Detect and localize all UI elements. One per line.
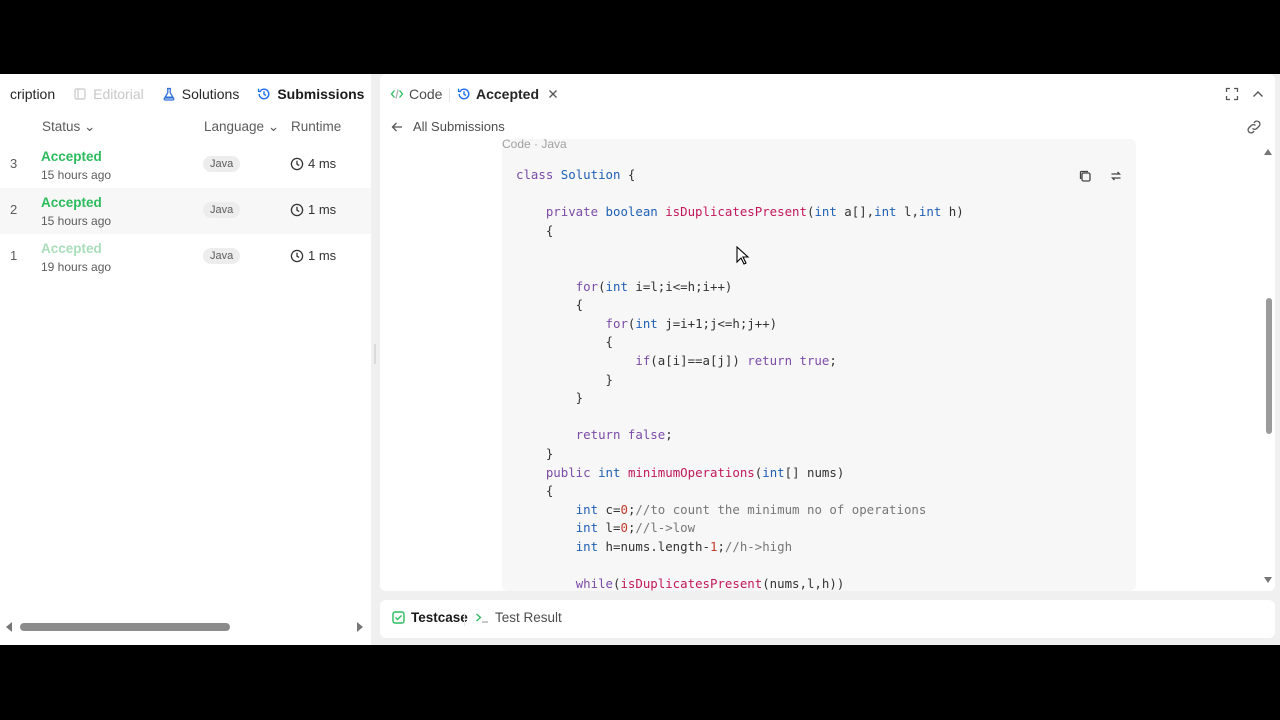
code-panel: Code Accepted All Submissions Code · Jav…: [380, 74, 1275, 591]
code-tabs: Code Accepted: [380, 74, 1275, 114]
tab-code[interactable]: Code: [390, 86, 442, 102]
code-icon: [390, 89, 404, 99]
clock-icon: [290, 157, 304, 170]
back-to-submissions[interactable]: All Submissions: [390, 119, 505, 134]
scroll-left-arrow-icon[interactable]: [4, 621, 14, 633]
tab-divider: [449, 88, 450, 102]
runtime-value: 1 ms: [290, 202, 336, 217]
tab-test-result-label: Test Result: [495, 610, 562, 625]
code-viewer[interactable]: Code · Java class Solution { private boo…: [502, 139, 1136, 591]
scroll-up-arrow-icon[interactable]: [1263, 148, 1273, 156]
tab-description-label: cription: [10, 86, 56, 102]
terminal-icon: [476, 613, 488, 623]
vertical-scrollbar-thumb[interactable]: [1266, 298, 1272, 434]
status-accepted-link[interactable]: Accepted: [41, 195, 102, 210]
table-row[interactable]: 1 Accepted 19 hours ago Java 1 ms: [0, 234, 371, 280]
console-panel: Testcase Test Result: [380, 600, 1275, 638]
problem-tabs: cription Editorial Solutions Submissions: [0, 74, 371, 114]
language-badge: Java: [203, 202, 241, 218]
table-row[interactable]: 3 Accepted 15 hours ago Java 4 ms: [0, 142, 371, 188]
runtime-value: 4 ms: [290, 156, 336, 171]
tab-testcase-label: Testcase: [411, 610, 468, 625]
submission-time: 15 hours ago: [41, 214, 112, 228]
arrow-left-icon: [391, 122, 402, 131]
status-header-label: Status: [42, 119, 81, 134]
submission-time: 15 hours ago: [41, 168, 112, 182]
status-accepted-link[interactable]: Accepted: [41, 149, 102, 164]
scroll-down-arrow-icon[interactable]: [1263, 576, 1273, 584]
clock-icon: [290, 203, 304, 216]
tab-editorial-label: Editorial: [93, 86, 144, 102]
mouse-pointer-icon: [736, 246, 750, 265]
status-column-header[interactable]: Status ⌄: [42, 119, 95, 135]
row-number: 1: [10, 248, 18, 263]
tab-solutions-label: Solutions: [181, 86, 240, 102]
runtime-text: 1 ms: [308, 248, 337, 263]
horizontal-scrollbar-thumb[interactable]: [20, 623, 230, 631]
link-icon[interactable]: [1245, 119, 1263, 135]
submissions-panel: cription Editorial Solutions Submissions…: [0, 74, 371, 645]
runtime-text: 4 ms: [308, 156, 337, 171]
code-header: Code · Java: [502, 139, 567, 151]
book-icon: [74, 88, 86, 100]
history-icon: [457, 88, 470, 100]
flask-icon: [163, 87, 175, 101]
copy-icon[interactable]: [1078, 169, 1092, 183]
runtime-text: 1 ms: [308, 202, 337, 217]
collapse-icon[interactable]: [1251, 87, 1265, 101]
tab-description[interactable]: cription: [0, 86, 64, 102]
language-column-header[interactable]: Language ⌄: [204, 119, 279, 135]
tab-solutions[interactable]: Solutions: [153, 86, 249, 102]
language-badge: Java: [203, 156, 241, 172]
row-number: 2: [10, 202, 18, 217]
maximize-icon[interactable]: [1225, 87, 1239, 101]
tab-editorial[interactable]: Editorial: [64, 86, 153, 102]
language-badge: Java: [203, 248, 241, 264]
clock-icon: [290, 249, 304, 262]
tab-code-label: Code: [409, 86, 443, 102]
app-window: cription Editorial Solutions Submissions…: [0, 74, 1280, 645]
tab-divider: [464, 612, 465, 626]
tab-accepted-label: Accepted: [476, 86, 540, 102]
submissions-header: Status ⌄ Language ⌄ Runtime: [0, 116, 371, 138]
runtime-value: 1 ms: [290, 248, 336, 263]
tab-submissions-label: Submissions: [277, 86, 365, 102]
close-icon[interactable]: [547, 88, 559, 100]
scroll-right-arrow-icon[interactable]: [355, 621, 365, 633]
back-label: All Submissions: [413, 119, 505, 134]
tab-test-result[interactable]: Test Result: [475, 610, 562, 625]
table-row[interactable]: 2 Accepted 15 hours ago Java 1 ms: [0, 188, 371, 234]
row-number: 3: [10, 156, 18, 171]
tab-testcase[interactable]: Testcase: [392, 610, 468, 625]
tab-submissions[interactable]: Submissions: [248, 86, 371, 102]
submission-time: 19 hours ago: [41, 260, 112, 274]
code-block: class Solution { private boolean isDupli…: [516, 167, 964, 591]
chevron-down-icon: ⌄: [84, 119, 96, 134]
panel-resize-handle[interactable]: [374, 344, 376, 364]
runtime-column-header: Runtime: [291, 119, 342, 134]
status-accepted-link[interactable]: Accepted: [41, 241, 102, 256]
language-header-label: Language: [204, 119, 265, 134]
swap-icon[interactable]: [1109, 169, 1123, 183]
checkbox-icon: [392, 611, 405, 624]
chevron-down-icon: ⌄: [267, 119, 280, 134]
history-icon: [258, 88, 270, 100]
tab-accepted[interactable]: Accepted: [457, 86, 559, 102]
